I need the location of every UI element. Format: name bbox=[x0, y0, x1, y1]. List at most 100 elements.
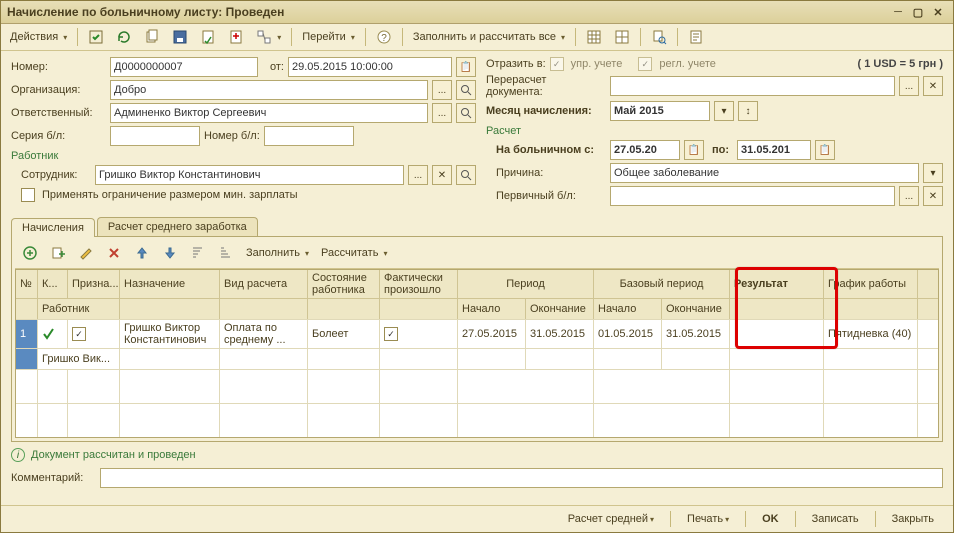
refresh-icon[interactable] bbox=[111, 26, 137, 48]
number-field[interactable] bbox=[110, 57, 258, 77]
close-form-button[interactable]: Закрыть bbox=[883, 510, 943, 528]
maximize-button[interactable]: ▢ bbox=[909, 4, 927, 20]
col-fakt[interactable]: Фактически произошло bbox=[380, 270, 458, 298]
comment-field[interactable] bbox=[100, 468, 943, 488]
sickto-cal-button[interactable]: 📋 bbox=[815, 140, 835, 160]
minimize-button[interactable]: ─ bbox=[889, 4, 907, 20]
save-icon[interactable] bbox=[167, 26, 193, 48]
delete-row-icon[interactable] bbox=[101, 242, 127, 264]
table-row[interactable]: Гришко Вик... bbox=[16, 348, 938, 369]
col-k[interactable]: К... bbox=[38, 270, 68, 298]
separator bbox=[77, 28, 78, 46]
move-up-icon[interactable] bbox=[129, 242, 155, 264]
tab-fill-menu[interactable]: Заполнить bbox=[241, 242, 314, 264]
move-down-icon[interactable] bbox=[157, 242, 183, 264]
numbl-field[interactable] bbox=[264, 126, 354, 146]
col-worker[interactable]: Работник bbox=[38, 299, 120, 319]
sickfrom-cal-button[interactable]: 📋 bbox=[684, 140, 704, 160]
primary-field[interactable] bbox=[610, 186, 895, 206]
month-label: Месяц начисления: bbox=[486, 105, 606, 117]
select-recalc-button[interactable]: ... bbox=[899, 76, 919, 96]
primary-label: Первичный б/л: bbox=[496, 190, 606, 202]
recalc-field[interactable] bbox=[610, 76, 895, 96]
upr-label: упр. учете bbox=[571, 58, 623, 70]
limit-label: Применять ограничение размером мин. зарп… bbox=[42, 189, 298, 201]
month-field[interactable] bbox=[610, 101, 710, 121]
numbl-label: Номер б/л: bbox=[204, 130, 260, 142]
date-field[interactable] bbox=[288, 57, 452, 77]
actions-menu[interactable]: Действия bbox=[5, 26, 72, 48]
select-org-button[interactable]: ... bbox=[432, 80, 452, 100]
tab-calc-menu[interactable]: Рассчитать bbox=[316, 242, 392, 264]
structure-icon[interactable] bbox=[251, 26, 286, 48]
col-vid[interactable]: Вид расчета bbox=[220, 270, 308, 298]
preview-icon[interactable] bbox=[646, 26, 672, 48]
col-result[interactable]: Результат bbox=[730, 270, 824, 298]
clear-emp-button[interactable]: ✕ bbox=[432, 165, 452, 185]
sort-asc-icon[interactable] bbox=[185, 242, 211, 264]
add-copy-icon[interactable] bbox=[45, 242, 71, 264]
calc-section-title: Расчет bbox=[486, 125, 943, 137]
fill-calc-button[interactable]: Заполнить и рассчитать все bbox=[408, 26, 570, 48]
reason-dd-button[interactable]: ▾ bbox=[923, 163, 943, 183]
col-pstart[interactable]: Начало bbox=[458, 299, 526, 319]
select-primary-button[interactable]: ... bbox=[899, 186, 919, 206]
open-org-button[interactable] bbox=[456, 80, 476, 100]
sickto-field[interactable] bbox=[737, 140, 811, 160]
sickfrom-field[interactable] bbox=[610, 140, 680, 160]
row-result bbox=[730, 320, 824, 348]
resp-field[interactable] bbox=[110, 103, 428, 123]
sort-desc-icon[interactable] bbox=[213, 242, 239, 264]
month-dd-button[interactable]: ▾ bbox=[714, 101, 734, 121]
report-icon[interactable] bbox=[683, 26, 709, 48]
limit-checkbox[interactable] bbox=[21, 188, 35, 202]
series-field[interactable] bbox=[110, 126, 200, 146]
col-pend[interactable]: Окончание bbox=[526, 299, 594, 319]
tab-avg-salary[interactable]: Расчет среднего заработка bbox=[97, 217, 258, 236]
col-nazn[interactable]: Назначение bbox=[120, 270, 220, 298]
col-period[interactable]: Период bbox=[458, 270, 594, 298]
table-row[interactable]: 1 Гришко Виктор Константинович Оплата по… bbox=[16, 319, 938, 348]
col-sost[interactable]: Состояние работника bbox=[308, 270, 380, 298]
post-doc-icon[interactable] bbox=[195, 26, 221, 48]
avg-calc-button[interactable]: Расчет средней bbox=[559, 510, 663, 528]
unpost-icon[interactable] bbox=[223, 26, 249, 48]
regl-checkbox bbox=[638, 57, 652, 71]
month-spin-button[interactable]: ↕ bbox=[738, 101, 758, 121]
open-emp-button[interactable] bbox=[456, 165, 476, 185]
table-icon[interactable] bbox=[581, 26, 607, 48]
reflect-label: Отразить в: bbox=[486, 58, 546, 70]
col-bend[interactable]: Окончание bbox=[662, 299, 730, 319]
ok-button[interactable]: OK bbox=[753, 510, 788, 528]
row-prizn bbox=[68, 320, 120, 348]
save-button[interactable]: Записать bbox=[803, 510, 868, 528]
select-resp-button[interactable]: ... bbox=[432, 103, 452, 123]
tab-accruals[interactable]: Начисления bbox=[11, 218, 95, 237]
col-num[interactable]: № bbox=[16, 270, 38, 298]
clear-primary-button[interactable]: ✕ bbox=[923, 186, 943, 206]
col-prizn[interactable]: Призна... bbox=[68, 270, 120, 298]
currency-info: ( 1 USD = 5 грн ) bbox=[858, 58, 944, 70]
print-button[interactable]: Печать bbox=[678, 510, 738, 528]
table2-icon[interactable] bbox=[609, 26, 635, 48]
col-graf[interactable]: График работы bbox=[824, 270, 918, 298]
copy-icon[interactable] bbox=[139, 26, 165, 48]
col-bstart[interactable]: Начало bbox=[594, 299, 662, 319]
close-button[interactable]: ✕ bbox=[929, 4, 947, 20]
help-icon[interactable]: ? bbox=[371, 26, 397, 48]
org-field[interactable] bbox=[110, 80, 428, 100]
edit-row-icon[interactable] bbox=[73, 242, 99, 264]
open-resp-button[interactable] bbox=[456, 103, 476, 123]
goto-menu[interactable]: Перейти bbox=[297, 26, 360, 48]
clear-recalc-button[interactable]: ✕ bbox=[923, 76, 943, 96]
row-bend: 31.05.2015 bbox=[662, 320, 730, 348]
select-emp-button[interactable]: ... bbox=[408, 165, 428, 185]
col-base[interactable]: Базовый период bbox=[594, 270, 730, 298]
reason-field[interactable] bbox=[610, 163, 919, 183]
employee-field[interactable] bbox=[95, 165, 404, 185]
add-row-icon[interactable] bbox=[17, 242, 43, 264]
separator bbox=[575, 28, 576, 46]
post-icon[interactable] bbox=[83, 26, 109, 48]
separator bbox=[640, 28, 641, 46]
calendar-icon[interactable]: 📋 bbox=[456, 57, 476, 77]
